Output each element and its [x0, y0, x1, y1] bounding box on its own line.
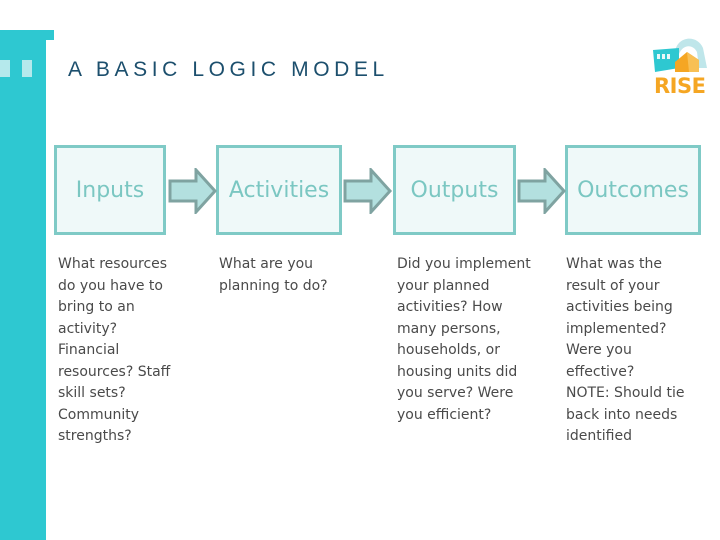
accent-bar [0, 30, 46, 540]
step-description-inputs: What resources do you have to bring to a… [58, 256, 171, 444]
step-box-outcomes: Outcomes [565, 145, 701, 235]
arrow-right-icon [343, 168, 393, 214]
rise-logo-text: RISE [654, 74, 706, 98]
decor-square [22, 60, 32, 77]
step-box-activities: Activities [216, 145, 342, 235]
step-label: Outputs [410, 177, 499, 203]
arrow-right-icon [168, 168, 218, 214]
step-label: Inputs [75, 177, 145, 203]
accent-bar-cap [0, 30, 54, 40]
decor-square [0, 60, 10, 77]
step-label: Activities [228, 177, 330, 203]
step-box-inputs: Inputs [54, 145, 166, 235]
step-box-outputs: Outputs [393, 145, 516, 235]
slide-title: A BASIC LOGIC MODEL [68, 58, 389, 81]
step-description-outputs: Did you implement your planned activitie… [397, 256, 531, 423]
step-description-outcomes: What was the result of your activities b… [566, 256, 685, 444]
step-description-activities: What are you planning to do? [219, 256, 328, 294]
arrow-right-icon [517, 168, 567, 214]
step-label: Outcomes [577, 177, 689, 203]
